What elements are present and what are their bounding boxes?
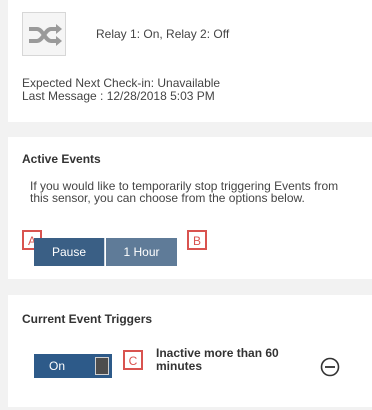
event-triggers-title: Current Event Triggers xyxy=(22,312,153,326)
pause-button[interactable]: Pause xyxy=(34,238,105,266)
active-events-card: Active Events If you would like to tempo… xyxy=(8,137,372,279)
next-checkin-text: Expected Next Check-in: Unavailable xyxy=(22,76,221,90)
duration-button[interactable]: 1 Hour xyxy=(106,238,177,266)
relay-status-text: Relay 1: On, Relay 2: Off xyxy=(96,27,230,41)
active-events-description: If you would like to temporarily stop tr… xyxy=(30,179,339,205)
current-event-triggers-card: Current Event Triggers On C Inactive mor… xyxy=(8,295,372,407)
toggle-knob[interactable] xyxy=(95,357,109,375)
annotation-marker-b: B xyxy=(187,230,207,250)
minus-circle-icon[interactable] xyxy=(320,357,340,377)
trigger-toggle[interactable]: On xyxy=(34,354,112,378)
annotation-marker-c: C xyxy=(123,350,143,370)
toggle-label: On xyxy=(49,359,66,373)
active-events-title: Active Events xyxy=(22,152,101,166)
last-message-text: Last Message : 12/28/2018 5:03 PM xyxy=(22,89,215,103)
trigger-description: Inactive more than 60 minutes xyxy=(156,346,279,373)
shuffle-icon xyxy=(22,12,66,56)
sensor-status-card: Relay 1: On, Relay 2: Off Expected Next … xyxy=(8,0,372,122)
